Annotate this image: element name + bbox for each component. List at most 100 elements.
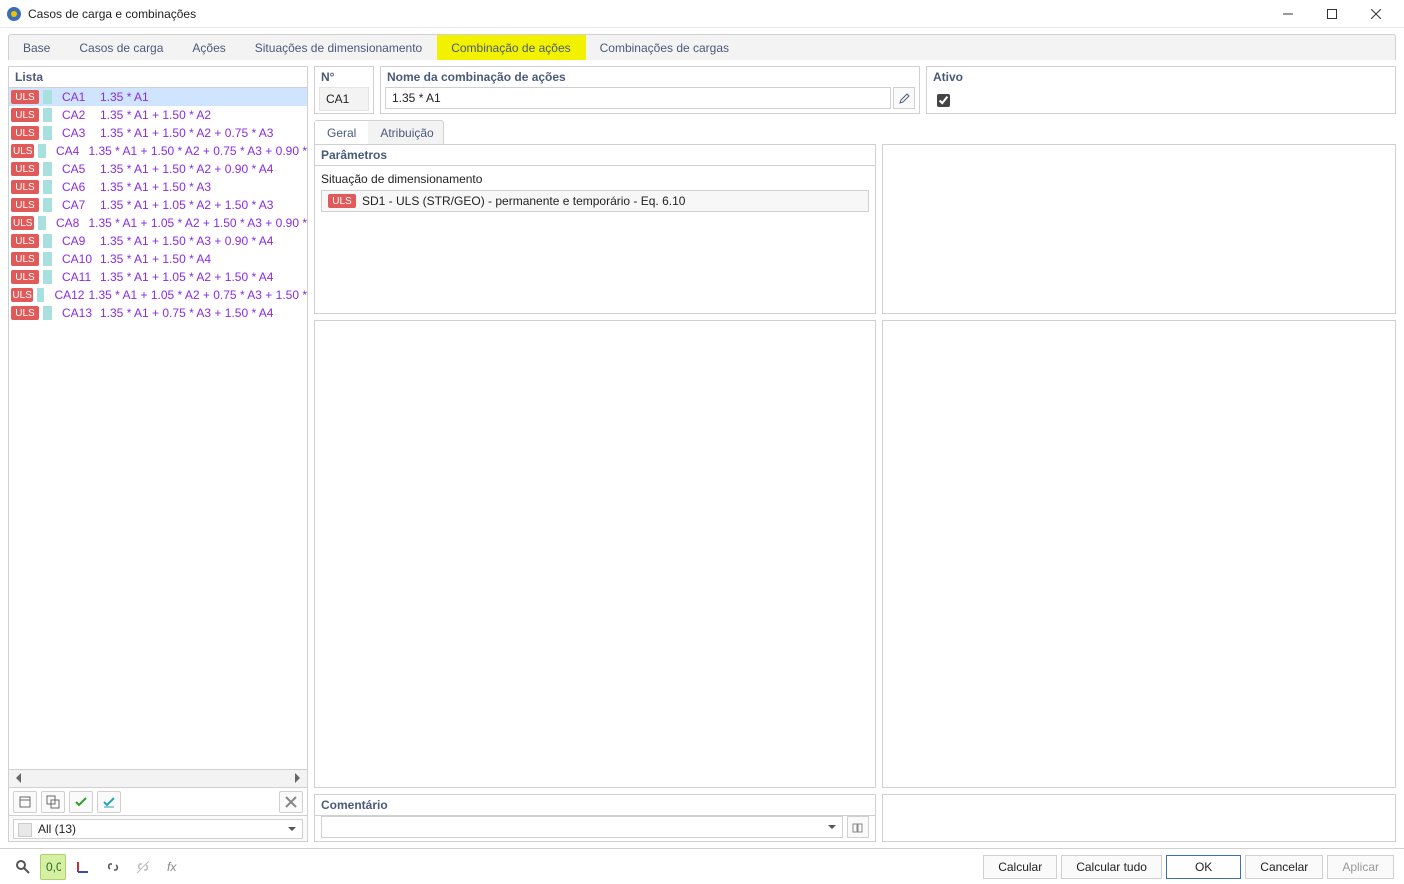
- list-row[interactable]: ULSCA11.35 * A1: [9, 88, 307, 106]
- minimize-button[interactable]: [1266, 0, 1310, 28]
- window-controls: [1266, 0, 1398, 28]
- row-formula: 1.35 * A1 + 1.50 * A4: [100, 252, 211, 266]
- row-id: CA5: [62, 162, 96, 176]
- list-row[interactable]: ULSCA131.35 * A1 + 0.75 * A3 + 1.50 * A4: [9, 304, 307, 322]
- comment-panel: Comentário: [314, 794, 876, 842]
- svg-text:0,00: 0,00: [46, 860, 61, 874]
- number-header: N°: [315, 67, 373, 87]
- row-formula: 1.35 * A1 + 1.50 * A2 + 0.75 * A3 + 0.90…: [88, 144, 307, 158]
- design-situation-value: SD1 - ULS (STR/GEO) - permanente e tempo…: [362, 194, 685, 208]
- row-swatch-icon: [38, 144, 46, 158]
- row-id: CA2: [62, 108, 96, 122]
- list-filter-select[interactable]: All (13): [13, 819, 303, 839]
- uls-tag: ULS: [11, 90, 39, 104]
- tab-combinacoes-de-cargas[interactable]: Combinações de cargas: [586, 35, 744, 60]
- list-row[interactable]: ULSCA101.35 * A1 + 1.50 * A4: [9, 250, 307, 268]
- uls-tag: ULS: [11, 108, 39, 122]
- calculate-button[interactable]: Calcular: [983, 855, 1057, 879]
- delete-item-button[interactable]: [279, 791, 303, 813]
- row-formula: 1.35 * A1 + 1.50 * A3 + 0.90 * A4: [100, 234, 273, 248]
- select-all-button[interactable]: [69, 791, 93, 813]
- tab-casos-de-carga[interactable]: Casos de carga: [65, 35, 178, 60]
- window-title: Casos de carga e combinações: [28, 7, 1266, 21]
- list-row[interactable]: ULSCA51.35 * A1 + 1.50 * A2 + 0.90 * A4: [9, 160, 307, 178]
- row-formula: 1.35 * A1 + 1.05 * A2 + 1.50 * A3 + 0.90…: [88, 216, 307, 230]
- copy-item-button[interactable]: [41, 791, 65, 813]
- unlink-tool-button[interactable]: [130, 854, 156, 880]
- list-row[interactable]: ULSCA61.35 * A1 + 1.50 * A3: [9, 178, 307, 196]
- units-tool-button[interactable]: 0,00: [40, 854, 66, 880]
- active-panel: Ativo: [926, 66, 1396, 114]
- list-header: Lista: [9, 67, 307, 88]
- subtab-atribuicao[interactable]: Atribuição: [368, 121, 445, 144]
- list-horizontal-scrollbar[interactable]: [9, 769, 307, 787]
- row-id: CA8: [56, 216, 84, 230]
- ok-button[interactable]: OK: [1166, 855, 1241, 879]
- uls-tag: ULS: [11, 180, 39, 194]
- edit-name-button[interactable]: [893, 87, 915, 109]
- name-input[interactable]: [385, 87, 891, 109]
- row-swatch-icon: [38, 216, 46, 230]
- list-panel: Lista ULSCA11.35 * A1ULSCA21.35 * A1 + 1…: [8, 66, 308, 842]
- axes-tool-button[interactable]: [70, 854, 96, 880]
- cancel-button[interactable]: Cancelar: [1245, 855, 1323, 879]
- app-icon: [6, 6, 22, 22]
- row-swatch-icon: [43, 162, 52, 176]
- params-panel: Parâmetros Situação de dimensionamento U…: [314, 144, 876, 314]
- empty-panel-top-right: [882, 144, 1396, 314]
- row-id: CA4: [56, 144, 84, 158]
- main-tabstrip: Base Casos de carga Ações Situações de d…: [8, 34, 1396, 60]
- comment-library-button[interactable]: [847, 816, 869, 838]
- list-row[interactable]: ULS CA2 1.35 * A1 + 1.50 * A2: [9, 106, 307, 124]
- svg-text:fx: fx: [167, 860, 177, 874]
- design-situation-row[interactable]: ULS SD1 - ULS (STR/GEO) - permanente e t…: [321, 190, 869, 212]
- comment-select[interactable]: [321, 816, 843, 838]
- empty-panel-bottom-right: [882, 320, 1396, 788]
- active-checkbox[interactable]: [937, 94, 950, 107]
- deselect-all-button[interactable]: [97, 791, 121, 813]
- uls-tag: ULS: [11, 270, 39, 284]
- list-row[interactable]: ULSCA111.35 * A1 + 1.05 * A2 + 1.50 * A4: [9, 268, 307, 286]
- list-row[interactable]: ULSCA31.35 * A1 + 1.50 * A2 + 0.75 * A3: [9, 124, 307, 142]
- list-filter-value: All (13): [38, 822, 76, 836]
- subtab-geral[interactable]: Geral: [315, 121, 368, 144]
- function-tool-button[interactable]: fx: [160, 854, 186, 880]
- row-formula: 1.35 * A1: [100, 90, 149, 104]
- apply-button[interactable]: Aplicar: [1327, 855, 1394, 879]
- comment-header: Comentário: [315, 795, 875, 816]
- filter-swatch-icon: [18, 823, 32, 837]
- row-swatch-icon: [37, 288, 44, 302]
- row-id: CA9: [62, 234, 96, 248]
- list-row[interactable]: ULS CA4 1.35 * A1 + 1.50 * A2 + 0.75 * A3 …: [9, 142, 307, 160]
- list-row[interactable]: ULSCA121.35 * A1 + 1.05 * A2 + 0.75 * A3…: [9, 286, 307, 304]
- name-header: Nome da combinação de ações: [381, 67, 919, 87]
- library-icon: [852, 821, 865, 834]
- list-row[interactable]: ULSCA91.35 * A1 + 1.50 * A3 + 0.90 * A4: [9, 232, 307, 250]
- uls-tag: ULS: [11, 216, 34, 230]
- link-tool-button[interactable]: [100, 854, 126, 880]
- new-item-button[interactable]: [13, 791, 37, 813]
- tab-base[interactable]: Base: [9, 35, 65, 60]
- calculate-all-button[interactable]: Calcular tudo: [1061, 855, 1162, 879]
- tab-combinacao-de-acoes[interactable]: Combinação de ações: [437, 35, 585, 60]
- list-filter-row: All (13): [9, 815, 307, 841]
- list-row[interactable]: ULS CA8 1.35 * A1 + 1.05 * A2 + 1.50 * A3 …: [9, 214, 307, 232]
- row-swatch-icon: [43, 180, 52, 194]
- uls-tag: ULS: [11, 126, 39, 140]
- tab-acoes[interactable]: Ações: [178, 35, 240, 60]
- maximize-button[interactable]: [1310, 0, 1354, 28]
- close-button[interactable]: [1354, 0, 1398, 28]
- number-panel: N° CA1: [314, 66, 374, 114]
- list-toolbar: [9, 787, 307, 815]
- uls-tag: ULS: [11, 144, 34, 158]
- row-formula: 1.35 * A1 + 1.50 * A2: [100, 108, 211, 122]
- search-tool-button[interactable]: [10, 854, 36, 880]
- detail-subtabs: Geral Atribuição: [314, 120, 444, 144]
- tab-situacoes[interactable]: Situações de dimensionamento: [241, 35, 437, 60]
- row-swatch-icon: [43, 306, 52, 320]
- list-body[interactable]: ULSCA11.35 * A1ULSCA21.35 * A1 + 1.50 * …: [9, 88, 307, 769]
- list-row[interactable]: ULSCA71.35 * A1 + 1.05 * A2 + 1.50 * A3: [9, 196, 307, 214]
- uls-tag: ULS: [11, 288, 33, 302]
- uls-tag: ULS: [11, 162, 39, 176]
- row-id: CA7: [62, 198, 96, 212]
